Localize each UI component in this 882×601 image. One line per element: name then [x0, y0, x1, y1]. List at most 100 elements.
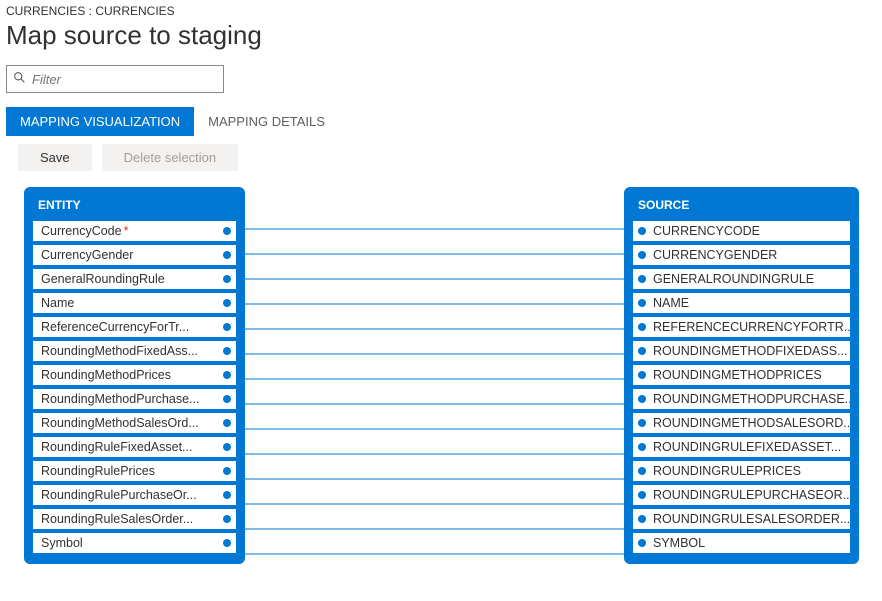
source-field-label: ROUNDINGMETHODPURCHASE... [653, 392, 851, 406]
source-field[interactable]: GENERALROUNDINGRULE [632, 268, 851, 290]
entity-field-label: RoundingRuleSalesOrder... [41, 512, 193, 526]
connector-dot-icon[interactable] [223, 323, 231, 331]
connector-dot-icon[interactable] [223, 227, 231, 235]
source-field[interactable]: NAME [632, 292, 851, 314]
connector-dot-icon[interactable] [223, 395, 231, 403]
entity-field-label: ReferenceCurrencyForTr... [41, 320, 189, 334]
entity-field-label: RoundingRulePrices [41, 464, 155, 478]
connector-dot-icon[interactable] [638, 467, 646, 475]
source-field[interactable]: SYMBOL [632, 532, 851, 554]
connector-dot-icon[interactable] [638, 443, 646, 451]
connector-dot-icon[interactable] [223, 347, 231, 355]
entity-field[interactable]: RoundingRulePurchaseOr... [32, 484, 237, 506]
connector-dot-icon[interactable] [223, 371, 231, 379]
connector-dot-icon[interactable] [638, 275, 646, 283]
source-field-label: ROUNDINGMETHODFIXEDASS... [653, 344, 847, 358]
entity-field-label: RoundingMethodFixedAss... [41, 344, 198, 358]
entity-field-label: CurrencyCode [41, 224, 122, 238]
entity-field[interactable]: Symbol [32, 532, 237, 554]
connector-dot-icon[interactable] [638, 371, 646, 379]
entity-field[interactable]: ReferenceCurrencyForTr... [32, 316, 237, 338]
entity-field[interactable]: GeneralRoundingRule [32, 268, 237, 290]
required-marker: * [124, 224, 129, 238]
source-field[interactable]: ROUNDINGRULEFIXEDASSET... [632, 436, 851, 458]
source-field-label: ROUNDINGRULEPRICES [653, 464, 801, 478]
source-field-label: ROUNDINGRULEPURCHASEOR... [653, 488, 851, 502]
source-field[interactable]: REFERENCECURRENCYFORTR... [632, 316, 851, 338]
entity-field[interactable]: RoundingMethodFixedAss... [32, 340, 237, 362]
source-field[interactable]: ROUNDINGMETHODPURCHASE... [632, 388, 851, 410]
connector-dot-icon[interactable] [223, 491, 231, 499]
breadcrumb: CURRENCIES : CURRENCIES [6, 4, 876, 18]
source-field[interactable]: ROUNDINGRULEPRICES [632, 460, 851, 482]
mapping-canvas: ENTITY CurrencyCode * CurrencyGender Gener… [24, 187, 882, 597]
connector-dot-icon[interactable] [223, 443, 231, 451]
source-field-label: ROUNDINGRULEFIXEDASSET... [653, 440, 841, 454]
connector-dot-icon[interactable] [638, 227, 646, 235]
source-field-label: CURRENCYGENDER [653, 248, 777, 262]
delete-selection-button: Delete selection [102, 144, 239, 171]
entity-field[interactable]: RoundingMethodSalesOrd... [32, 412, 237, 434]
entity-field[interactable]: RoundingRulePrices [32, 460, 237, 482]
connector-dot-icon[interactable] [638, 395, 646, 403]
entity-field-label: RoundingRulePurchaseOr... [41, 488, 197, 502]
source-field-label: NAME [653, 296, 689, 310]
connector-dot-icon[interactable] [638, 347, 646, 355]
connector-dot-icon[interactable] [638, 539, 646, 547]
filter-input[interactable] [32, 72, 217, 87]
source-field[interactable]: ROUNDINGRULESALESORDER... [632, 508, 851, 530]
filter-box[interactable] [6, 65, 224, 93]
entity-field-label: RoundingMethodPurchase... [41, 392, 199, 406]
entity-box[interactable]: ENTITY CurrencyCode * CurrencyGender Gener… [24, 187, 245, 564]
source-field-label: ROUNDINGRULESALESORDER... [653, 512, 850, 526]
source-header: SOURCE [628, 191, 855, 220]
source-field-label: SYMBOL [653, 536, 705, 550]
entity-field-label: RoundingRuleFixedAsset... [41, 440, 192, 454]
tab-mapping-visualization[interactable]: MAPPING VISUALIZATION [6, 107, 194, 136]
source-field[interactable]: ROUNDINGRULEPURCHASEOR... [632, 484, 851, 506]
entity-field[interactable]: RoundingRuleFixedAsset... [32, 436, 237, 458]
connector-dot-icon[interactable] [223, 275, 231, 283]
entity-field[interactable]: RoundingMethodPurchase... [32, 388, 237, 410]
source-field-label: REFERENCECURRENCYFORTR... [653, 320, 851, 334]
connector-dot-icon[interactable] [223, 467, 231, 475]
connector-dot-icon[interactable] [223, 251, 231, 259]
entity-field-label: Symbol [41, 536, 83, 550]
source-field-label: ROUNDINGMETHODPRICES [653, 368, 822, 382]
source-field-label: ROUNDINGMETHODSALESORD... [653, 416, 851, 430]
entity-field-label: RoundingMethodPrices [41, 368, 171, 382]
source-box[interactable]: SOURCE CURRENCYCODE CURRENCYGENDER GENERAL… [624, 187, 859, 564]
source-field[interactable]: ROUNDINGMETHODFIXEDASS... [632, 340, 851, 362]
page-title: Map source to staging [6, 20, 876, 51]
entity-field[interactable]: CurrencyGender [32, 244, 237, 266]
entity-field-label: GeneralRoundingRule [41, 272, 165, 286]
entity-header: ENTITY [28, 191, 241, 220]
source-field[interactable]: ROUNDINGMETHODSALESORD... [632, 412, 851, 434]
connector-dot-icon[interactable] [638, 515, 646, 523]
connector-dot-icon[interactable] [638, 251, 646, 259]
connector-dot-icon[interactable] [638, 299, 646, 307]
source-field[interactable]: CURRENCYGENDER [632, 244, 851, 266]
connector-dot-icon[interactable] [223, 539, 231, 547]
connector-dot-icon[interactable] [638, 419, 646, 427]
source-field-label: CURRENCYCODE [653, 224, 760, 238]
entity-field[interactable]: RoundingMethodPrices [32, 364, 237, 386]
connector-dot-icon[interactable] [638, 491, 646, 499]
tab-mapping-details[interactable]: MAPPING DETAILS [194, 107, 339, 136]
entity-field[interactable]: Name [32, 292, 237, 314]
source-field[interactable]: ROUNDINGMETHODPRICES [632, 364, 851, 386]
entity-field-label: RoundingMethodSalesOrd... [41, 416, 199, 430]
search-icon [13, 71, 26, 87]
connector-dot-icon[interactable] [638, 323, 646, 331]
connector-dot-icon[interactable] [223, 419, 231, 427]
tab-bar: MAPPING VISUALIZATION MAPPING DETAILS [6, 107, 876, 136]
connector-dot-icon[interactable] [223, 299, 231, 307]
source-field[interactable]: CURRENCYCODE [632, 220, 851, 242]
source-field-label: GENERALROUNDINGRULE [653, 272, 814, 286]
entity-field-label: CurrencyGender [41, 248, 133, 262]
entity-field[interactable]: CurrencyCode * [32, 220, 237, 242]
entity-field[interactable]: RoundingRuleSalesOrder... [32, 508, 237, 530]
toolbar: Save Delete selection [18, 144, 876, 171]
connector-dot-icon[interactable] [223, 515, 231, 523]
save-button[interactable]: Save [18, 144, 92, 171]
